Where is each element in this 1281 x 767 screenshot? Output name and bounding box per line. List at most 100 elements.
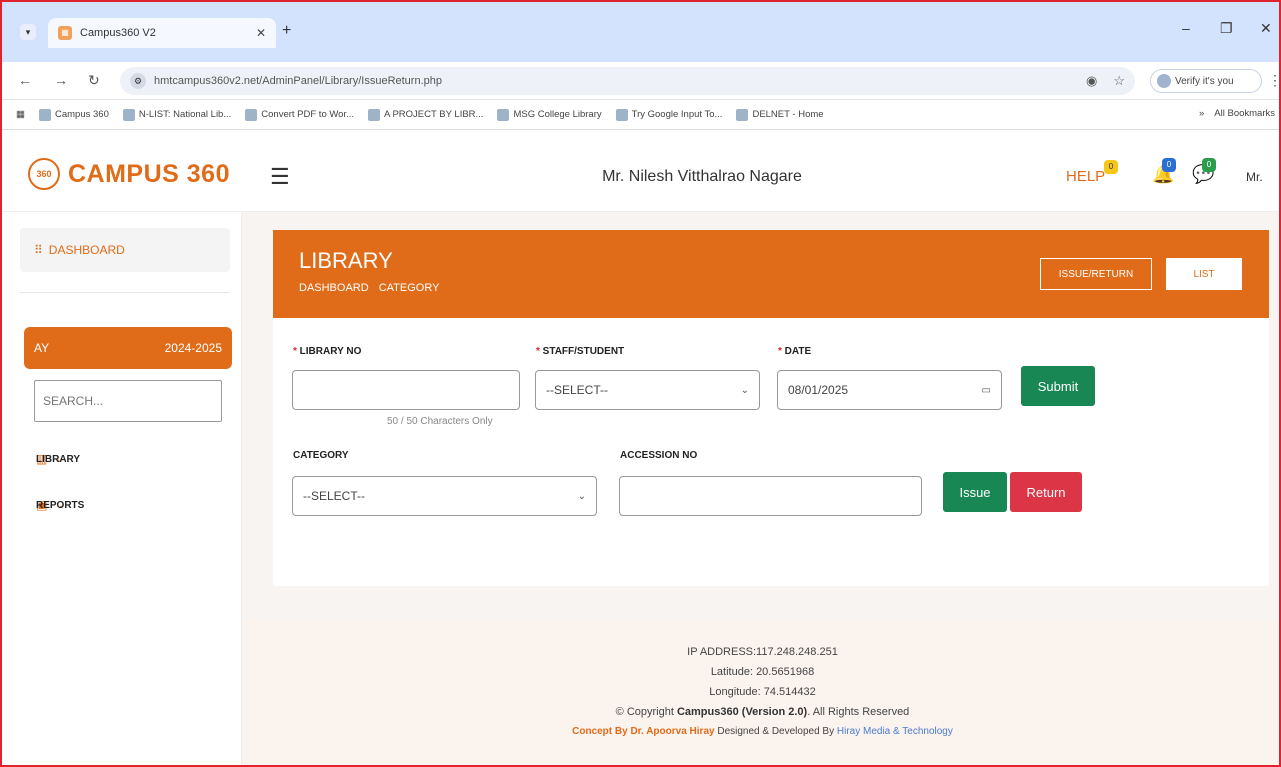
sidebar: ⠿ DASHBOARD AY 2024-2025 ▥ LIBRARY ⌄ ▣ R… xyxy=(2,212,242,765)
sidebar-item-label: LIBRARY xyxy=(36,453,81,465)
verify-label: Verify it's you xyxy=(1175,75,1234,87)
back-icon[interactable]: ← xyxy=(18,72,32,88)
apps-icon[interactable]: ▦ xyxy=(16,109,25,120)
required-marker: * xyxy=(293,346,300,357)
academic-year-selector[interactable]: AY 2024-2025 xyxy=(24,327,232,369)
bookmark-item[interactable]: N-LIST: National Lib... xyxy=(122,108,231,121)
bookmark-item[interactable]: Try Google Input To... xyxy=(615,108,722,121)
required-marker: * xyxy=(778,346,785,357)
bookmark-favicon-icon xyxy=(368,108,381,121)
location-icon[interactable]: ◉ xyxy=(1086,73,1097,89)
url-text[interactable]: hmtcampus360v2.net/AdminPanel/Library/Is… xyxy=(154,75,1070,87)
address-bar[interactable]: ⚙ hmtcampus360v2.net/AdminPanel/Library/… xyxy=(120,67,1135,95)
help-link[interactable]: HELP xyxy=(1066,168,1105,185)
accession-no-label: ACCESSION NO xyxy=(620,450,698,461)
copyright: © Copyright Campus360 (Version 2.0). All… xyxy=(615,706,910,718)
company-link[interactable]: Hiray Media & Technology xyxy=(837,726,953,737)
forward-icon[interactable]: → xyxy=(54,72,68,88)
tab-favicon-icon: ▦ xyxy=(58,26,72,40)
bookmarks-bar: ▦ Campus 360 N-LIST: National Lib... Con… xyxy=(2,100,1279,130)
library-no-label: * LIBRARY NO xyxy=(293,346,362,357)
ay-value: 2024-2025 xyxy=(164,341,222,355)
user-name: Mr. Nilesh Vitthalrao Nagare xyxy=(602,168,802,185)
app-header: 360 CAMPUS 360 ☰ Mr. Nilesh Vitthalrao N… xyxy=(2,130,1279,212)
bookmark-favicon-icon xyxy=(245,108,258,121)
page-title: LIBRARY xyxy=(299,248,393,273)
breadcrumb-category[interactable]: CATEGORY xyxy=(379,282,440,294)
brand-name: CAMPUS 360 xyxy=(68,159,230,188)
issue-button[interactable]: Issue xyxy=(943,472,1007,512)
library-panel-header: LIBRARY DASHBOARD CATEGORY ISSUE/RETURN … xyxy=(273,230,1269,318)
more-bookmarks-icon[interactable]: » xyxy=(1199,108,1204,119)
divider xyxy=(20,292,230,293)
bookmark-item[interactable]: A PROJECT BY LIBR... xyxy=(368,108,483,121)
reload-icon[interactable]: ↻ xyxy=(88,72,100,89)
sidebar-item-dashboard[interactable]: ⠿ DASHBOARD xyxy=(20,228,230,272)
bookmark-item[interactable]: DELNET - Home xyxy=(736,108,824,121)
chevron-down-icon: ⌄ xyxy=(740,384,749,396)
required-marker: * xyxy=(536,346,543,357)
sidebar-item-library[interactable]: ▥ LIBRARY ⌄ xyxy=(36,452,220,466)
issue-return-form: * LIBRARY NO 50 / 50 Characters Only * S… xyxy=(273,318,1269,586)
category-label: CATEGORY xyxy=(293,450,349,461)
bookmark-favicon-icon xyxy=(122,108,135,121)
tab-menu-icon[interactable]: ▾ xyxy=(20,24,36,40)
sidebar-item-label: REPORTS xyxy=(36,499,85,511)
profile-avatar-icon xyxy=(1157,74,1171,88)
browser-tab[interactable]: ▦ Campus360 V2 ✕ xyxy=(48,18,276,48)
sidebar-item-label: DASHBOARD xyxy=(48,243,125,257)
bookmark-favicon-icon xyxy=(497,108,510,121)
ay-label: AY xyxy=(34,341,50,355)
bookmark-item[interactable]: Campus 360 xyxy=(38,108,109,121)
verify-profile-button[interactable]: Verify it's you xyxy=(1150,69,1262,93)
bookmark-star-icon[interactable]: ☆ xyxy=(1113,73,1125,89)
brand[interactable]: 360 CAMPUS 360 xyxy=(28,158,230,190)
bookmark-item[interactable]: MSG College Library xyxy=(497,108,602,121)
chevron-down-icon: ⌄ xyxy=(577,490,586,502)
bookmark-favicon-icon xyxy=(615,108,628,121)
bookmark-favicon-icon xyxy=(38,108,51,121)
calendar-icon[interactable]: ▭ xyxy=(982,385,991,396)
date-label: * DATE xyxy=(778,346,812,357)
issue-return-button[interactable]: ISSUE/RETURN xyxy=(1040,258,1152,290)
minimize-icon[interactable]: – xyxy=(1182,20,1190,36)
credits: Concept By Dr. Apoorva Hiray Designed & … xyxy=(572,726,953,737)
user-menu[interactable]: Mr. xyxy=(1246,170,1263,184)
tab-title: Campus360 V2 xyxy=(80,27,156,39)
notification-badge: 0 xyxy=(1162,158,1176,172)
bookmark-item[interactable]: Convert PDF to Wor... xyxy=(245,108,354,121)
new-tab-icon[interactable]: + xyxy=(282,22,291,40)
submit-button[interactable]: Submit xyxy=(1021,366,1095,406)
ip-address: IP ADDRESS:117.248.248.251 xyxy=(687,646,838,658)
return-button[interactable]: Return xyxy=(1010,472,1082,512)
all-bookmarks-link[interactable]: All Bookmarks xyxy=(1214,108,1275,119)
sidebar-item-reports[interactable]: ▣ REPORTS ⌄ xyxy=(36,498,220,512)
staff-student-label: * STAFF/STUDENT xyxy=(536,346,625,357)
hamburger-menu-icon[interactable]: ☰ xyxy=(270,164,290,190)
library-no-input[interactable] xyxy=(292,370,520,410)
list-button[interactable]: LIST xyxy=(1166,258,1242,290)
site-info-icon[interactable]: ⚙ xyxy=(130,73,146,89)
longitude: Longitude: 74.514432 xyxy=(709,686,816,698)
latitude: Latitude: 20.5651968 xyxy=(710,666,815,678)
breadcrumb-dashboard[interactable]: DASHBOARD xyxy=(299,282,369,294)
restore-icon[interactable]: ❐ xyxy=(1220,20,1233,37)
dashboard-grid-icon: ⠿ xyxy=(34,243,43,257)
category-select[interactable]: --SELECT-- ⌄ xyxy=(292,476,597,516)
close-window-icon[interactable]: ✕ xyxy=(1260,20,1272,37)
staff-student-select[interactable]: --SELECT-- ⌄ xyxy=(535,370,760,410)
breadcrumb: DASHBOARD CATEGORY xyxy=(299,282,439,294)
browser-menu-icon[interactable]: ⋮ xyxy=(1268,72,1279,89)
tab-close-icon[interactable]: ✕ xyxy=(256,26,266,40)
campus360-logo: 360 xyxy=(28,158,60,190)
browser-tab-bar: ▾ ▦ Campus360 V2 ✕ + – ❐ ✕ xyxy=(2,2,1279,62)
sidebar-search-input[interactable] xyxy=(34,380,222,422)
date-input[interactable]: 08/01/2025 ▭ xyxy=(777,370,1002,410)
footer: IP ADDRESS:117.248.248.251 Latitude: 20.… xyxy=(242,620,1279,765)
messages-badge: 0 xyxy=(1202,158,1216,172)
bookmark-favicon-icon xyxy=(736,108,749,121)
library-no-hint: 50 / 50 Characters Only xyxy=(387,416,493,427)
accession-no-input[interactable] xyxy=(619,476,922,516)
browser-window: ▾ ▦ Campus360 V2 ✕ + – ❐ ✕ ← → ↻ ⚙ hmtca… xyxy=(0,0,1281,767)
address-row: ← → ↻ ⚙ hmtcampus360v2.net/AdminPanel/Li… xyxy=(2,62,1279,100)
